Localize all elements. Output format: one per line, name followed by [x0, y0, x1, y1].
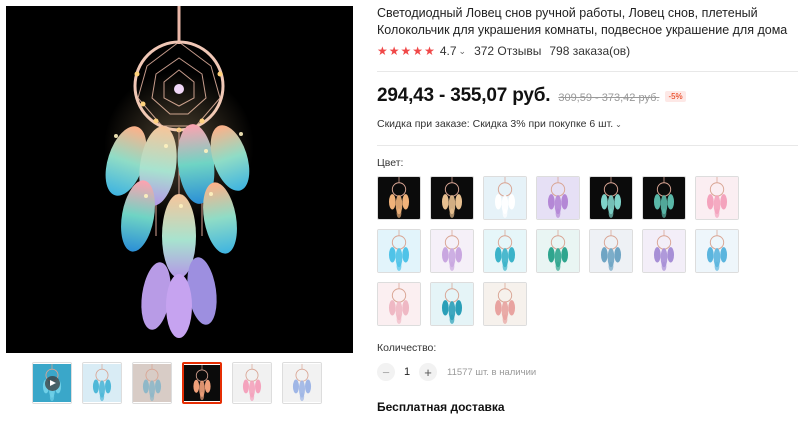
divider	[377, 145, 798, 146]
dreamcatcher-swatch-icon	[696, 177, 738, 219]
star-icon: ★	[412, 44, 424, 58]
rating-row: ★ ★ ★ ★ ★ 4.7 ⌄ 372 Отзывы 798 заказа(ов…	[377, 43, 630, 59]
gallery-thumbnail[interactable]	[232, 362, 272, 404]
color-swatch[interactable]	[377, 176, 421, 220]
color-swatch[interactable]	[430, 282, 474, 326]
dreamcatcher-swatch-icon	[643, 177, 685, 219]
chevron-down-icon[interactable]: ⌄	[459, 46, 467, 57]
star-icon: ★	[377, 44, 388, 58]
star-icon: ★	[388, 44, 400, 58]
dreamcatcher-thumbnail-icon	[283, 364, 321, 402]
dreamcatcher-swatch-icon	[378, 230, 420, 272]
dreamcatcher-thumbnail-icon	[133, 364, 171, 402]
price-row: 294,43 - 355,07 руб. 309,59 - 373,42 руб…	[377, 85, 686, 109]
color-swatch[interactable]	[536, 229, 580, 273]
color-swatch[interactable]	[483, 176, 527, 220]
decrease-quantity-button[interactable]: −	[377, 363, 395, 381]
rating-value[interactable]: 4.7	[440, 44, 457, 58]
color-swatch[interactable]	[483, 229, 527, 273]
color-swatch[interactable]	[377, 282, 421, 326]
bulk-discount-dropdown[interactable]: Скидка при заказе: Скидка 3% при покупке…	[377, 118, 622, 130]
product-title: Светодиодный Ловец снов ручной работы, Л…	[377, 6, 788, 37]
rating-stars: ★ ★ ★ ★ ★	[377, 44, 435, 58]
increase-quantity-button[interactable]: +	[419, 363, 437, 381]
quantity-value[interactable]: 1	[395, 366, 419, 378]
original-price: 309,59 - 373,42 руб.	[558, 92, 660, 104]
gallery-thumbnail[interactable]	[182, 362, 222, 404]
quantity-label: Количество:	[377, 342, 437, 354]
dreamcatcher-image	[6, 6, 353, 353]
color-label: Цвет:	[377, 157, 404, 169]
current-price: 294,43 - 355,07 руб.	[377, 85, 551, 106]
free-shipping: Бесплатная доставка	[377, 400, 505, 414]
dreamcatcher-swatch-icon	[378, 177, 420, 219]
dreamcatcher-swatch-icon	[431, 177, 473, 219]
discount-badge: -5%	[665, 91, 686, 102]
color-swatch[interactable]	[483, 282, 527, 326]
color-swatch[interactable]	[536, 176, 580, 220]
dreamcatcher-swatch-icon	[431, 230, 473, 272]
color-swatch[interactable]	[430, 229, 474, 273]
color-swatch[interactable]	[695, 229, 739, 273]
dreamcatcher-swatch-icon	[590, 177, 632, 219]
dreamcatcher-swatch-icon	[484, 283, 526, 325]
quantity-stepper: − 1 + 11577 шт. в наличии	[377, 362, 536, 382]
gallery-thumbnail[interactable]	[132, 362, 172, 404]
main-product-image[interactable]	[6, 6, 353, 353]
bulk-discount-text: Скидка при заказе: Скидка 3% при покупке…	[377, 118, 614, 130]
dreamcatcher-thumbnail-icon	[233, 364, 271, 402]
color-swatch[interactable]	[589, 229, 633, 273]
dreamcatcher-thumbnail-icon	[83, 364, 121, 402]
dreamcatcher-swatch-icon	[590, 230, 632, 272]
dreamcatcher-swatch-icon	[378, 283, 420, 325]
dreamcatcher-swatch-icon	[643, 230, 685, 272]
gallery-thumbnail[interactable]	[82, 362, 122, 404]
color-swatch[interactable]	[377, 229, 421, 273]
color-swatch[interactable]	[430, 176, 474, 220]
star-icon: ★	[424, 44, 435, 58]
gallery-thumbnail[interactable]	[282, 362, 322, 404]
dreamcatcher-swatch-icon	[484, 177, 526, 219]
reviews-link[interactable]: 372 Отзывы	[474, 44, 541, 58]
dreamcatcher-swatch-icon	[484, 230, 526, 272]
color-swatch[interactable]	[642, 229, 686, 273]
star-icon: ★	[400, 44, 412, 58]
stock-available: 11577 шт. в наличии	[447, 366, 537, 378]
dreamcatcher-swatch-icon	[537, 230, 579, 272]
color-swatch[interactable]	[589, 176, 633, 220]
dreamcatcher-swatch-icon	[431, 283, 473, 325]
divider	[377, 71, 798, 72]
color-swatch[interactable]	[642, 176, 686, 220]
play-icon[interactable]	[45, 376, 60, 391]
orders-count: 798 заказа(ов)	[549, 44, 631, 58]
gallery-thumbnail[interactable]	[32, 362, 72, 404]
color-swatch[interactable]	[695, 176, 739, 220]
dreamcatcher-thumbnail-icon	[184, 365, 220, 401]
dreamcatcher-swatch-icon	[537, 177, 579, 219]
dreamcatcher-swatch-icon	[696, 230, 738, 272]
chevron-down-icon: ⌄	[615, 120, 622, 129]
